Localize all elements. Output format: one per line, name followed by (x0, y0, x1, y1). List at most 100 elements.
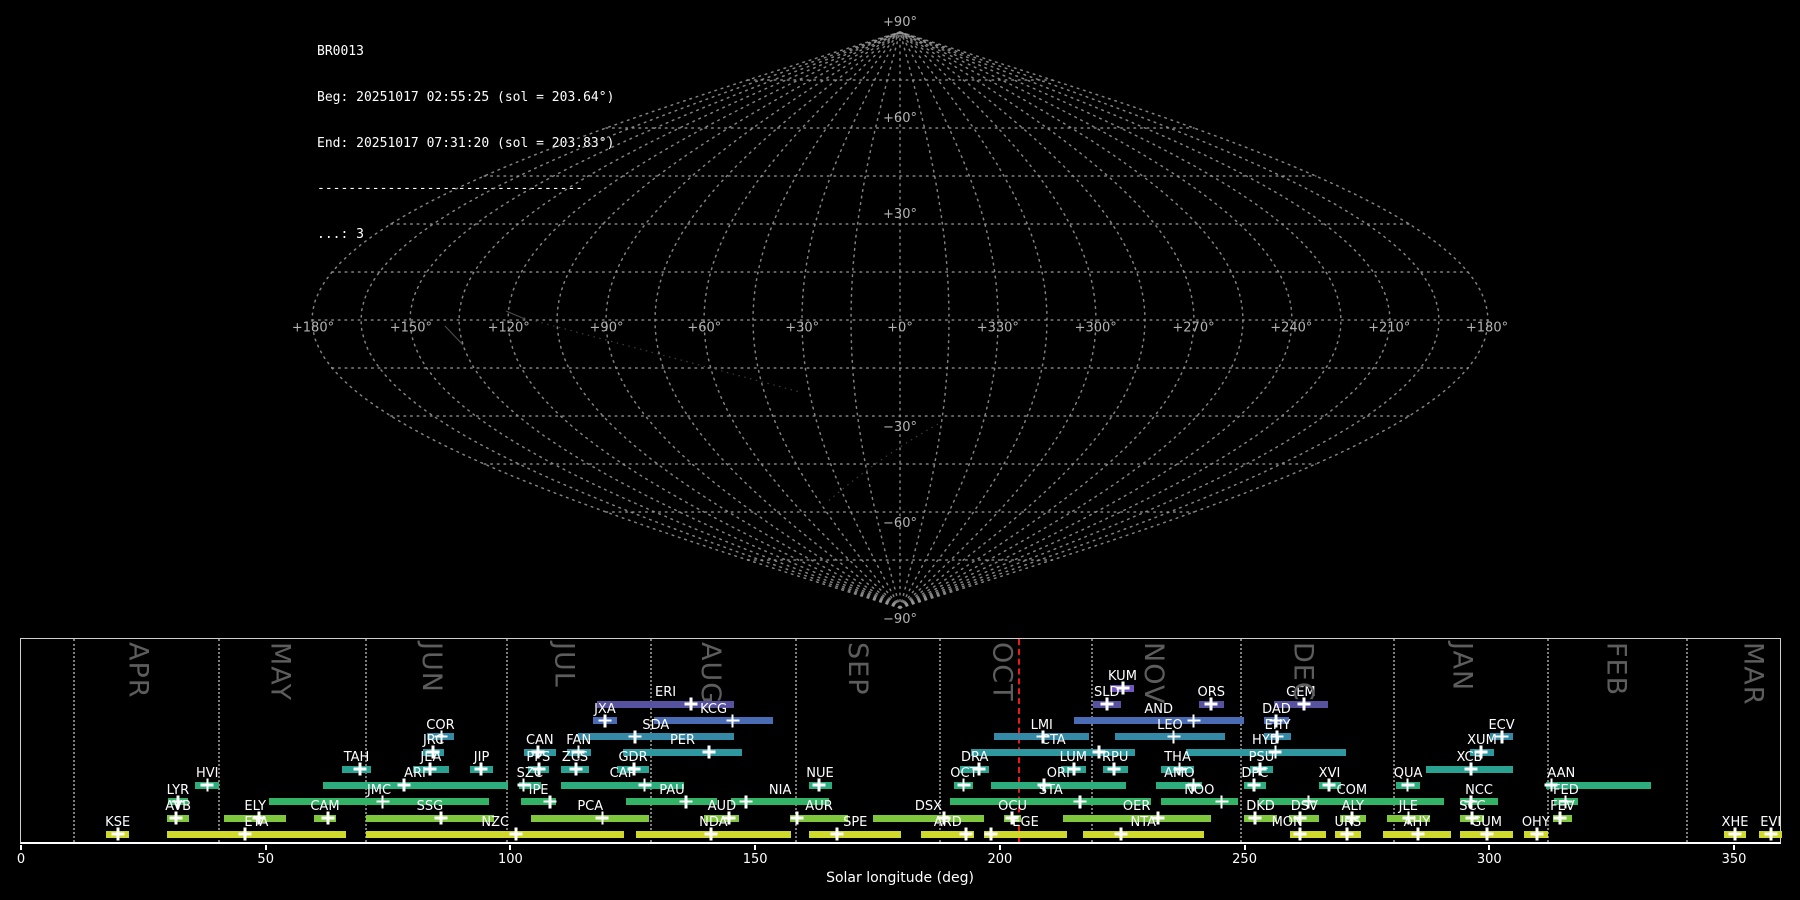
month-label-apr: APR (122, 642, 154, 699)
shower-label-KUM: KUM (1108, 669, 1137, 684)
shower-bar-ETA (166, 830, 346, 838)
peak-marker-AND (1187, 714, 1201, 727)
shower-label-JRC: JRC (422, 733, 445, 748)
shower-label-NIA: NIA (768, 782, 792, 798)
month-label-jan: JAN (1446, 642, 1478, 692)
month-boundary-line (1686, 639, 1689, 842)
shower-label-PAU: PAU (659, 782, 685, 798)
shower-label-QUA: QUA (1393, 766, 1423, 781)
shower-label-NCC: NCC (1465, 782, 1493, 798)
shower-label-EHY: EHY (1264, 717, 1291, 733)
map-longitude-label: +180° (292, 321, 334, 336)
shower-label-RPU: RPU (1101, 750, 1129, 765)
shower-label-AMO: AMO (1164, 766, 1195, 781)
shower-label-SZC: SZC (516, 766, 543, 781)
x-tick-100 (509, 845, 512, 850)
shower-label-FED: FED (1553, 782, 1579, 798)
shower-label-DSX: DSX (914, 799, 943, 814)
map-longitude-label: +60° (687, 321, 721, 336)
shower-label-DKD: DKD (1246, 799, 1275, 814)
x-tick-350 (1733, 845, 1735, 850)
month-boundary-line (649, 639, 652, 842)
shower-label-PSU: PSU (1248, 750, 1275, 765)
shower-label-FEV: FEV (1550, 799, 1575, 814)
shower-label-EVI: EVI (1760, 815, 1782, 830)
month-boundary-line (1090, 639, 1093, 842)
month-boundary-line (218, 639, 221, 842)
shower-bar-STA (950, 798, 1152, 805)
shower-label-NUE: NUE (806, 766, 834, 781)
shower-label-ARD: ARD (933, 815, 962, 830)
shower-label-NZC: NZC (481, 815, 510, 830)
shower-label-AAN: AAN (1547, 766, 1576, 781)
shower-label-SLD: SLD (1094, 685, 1120, 700)
shower-label-OCT: OCT (950, 766, 978, 781)
month-boundary-line (505, 639, 508, 842)
shower-bar-SDA (577, 733, 735, 740)
month-label-oct: OCT (986, 642, 1018, 702)
shower-label-JXA: JXA (594, 701, 616, 717)
x-tick-0 (20, 845, 22, 850)
x-tick-50 (264, 845, 267, 850)
shower-bar-KCG (654, 717, 773, 724)
shower-bar-NZC (366, 830, 625, 838)
shower-label-JMC: JMC (366, 782, 392, 798)
shower-label-LUM: LUM (1059, 750, 1087, 765)
sky-map-projection: +180° +150° +120° +90° +60° +30° +0° +330° +300°… (292, 15, 1508, 627)
shower-label-GUM: GUM (1471, 815, 1503, 830)
month-boundary-line (1392, 639, 1395, 842)
shower-label-XHE: XHE (1721, 815, 1749, 830)
month-boundary-line (1546, 639, 1549, 842)
shower-label-SDA: SDA (642, 717, 670, 733)
shower-label-ARI: ARI (404, 766, 426, 781)
shower-label-SCC: SCC (1459, 799, 1486, 814)
shower-label-GDR: GDR (618, 750, 648, 765)
shower-label-ORS: ORS (1197, 685, 1226, 700)
month-label-jul: JUL (548, 642, 580, 688)
shower-label-COM: COM (1336, 782, 1368, 798)
shower-bar-SPE (809, 830, 901, 838)
shower-bar-PCA (531, 814, 650, 822)
shower-label-PPS: PPS (526, 750, 551, 765)
shower-label-LYR: LYR (166, 782, 190, 798)
shower-label-TAH: TAH (343, 750, 370, 765)
x-tick-label-100: 100 (498, 852, 523, 867)
shower-label-EGE: EGE (1012, 815, 1039, 830)
shower-label-HYD: HYD (1252, 733, 1280, 748)
month-boundary-line (1239, 639, 1242, 842)
peak-marker-CAP (638, 778, 652, 792)
shower-label-FAN: FAN (566, 733, 592, 748)
peak-marker-NIA (739, 795, 753, 808)
map-latitude-label: −60° (883, 516, 917, 531)
shower-label-NTA: NTA (1130, 815, 1157, 830)
month-label-nov: NOV (1138, 642, 1170, 705)
shower-label-CAP: CAP (609, 766, 636, 781)
x-tick-label-0: 0 (16, 852, 26, 867)
x-tick-label-300: 300 (1476, 852, 1502, 867)
shower-label-NDA: NDA (699, 815, 728, 830)
x-tick-200 (998, 845, 1001, 850)
shower-label-AVB: AVB (165, 799, 192, 814)
shower-label-AUR: AUR (805, 799, 833, 814)
shower-label-DSV: DSV (1290, 799, 1318, 814)
shower-label-ORI: ORI (1046, 766, 1070, 781)
shower-label-KSE: KSE (105, 815, 131, 830)
map-latitude-label: −30° (883, 420, 917, 435)
app-window: BR0013 Beg: 20251017 02:55:25 (sol = 203… (0, 0, 1800, 900)
x-tick-label-50: 50 (257, 852, 274, 867)
shower-label-ERI: ERI (655, 685, 677, 700)
month-label-jun: JUN (416, 642, 448, 693)
month-label-mar: MAR (1737, 642, 1769, 706)
peak-marker-NOO (1215, 795, 1229, 808)
shower-label-JIP: JIP (473, 750, 490, 765)
shower-label-THA: THA (1164, 750, 1191, 765)
map-longitude-label: +120° (488, 321, 530, 336)
peak-marker-KCG (726, 714, 740, 727)
x-tick-250 (1243, 845, 1246, 850)
shower-label-DRA: DRA (960, 750, 989, 765)
map-longitude-label: +240° (1270, 321, 1312, 336)
shower-label-URS: URS (1334, 815, 1362, 830)
peak-marker-NTA (1114, 827, 1128, 841)
shower-label-LEO: LEO (1157, 717, 1183, 733)
shower-label-JLE: JLE (1398, 799, 1418, 814)
